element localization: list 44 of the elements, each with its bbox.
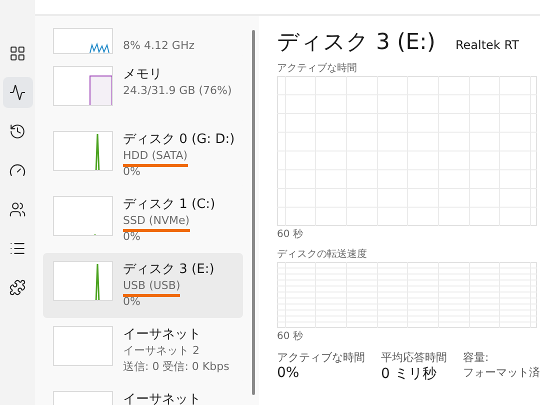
puzzle-icon [9, 279, 26, 296]
cpu-sparkline-drawing [53, 28, 113, 54]
device-info: 0% [123, 164, 140, 180]
users-icon [9, 201, 26, 218]
device-title: メモリ [123, 66, 163, 83]
device-item[interactable]: ディスク 3 (E:) USB (USB) 0% [43, 253, 243, 318]
stat-label: アクティブな時間 [277, 350, 365, 365]
device-title: ディスク 1 (C:) [123, 196, 216, 213]
scrollbar[interactable] [252, 30, 255, 395]
stat-value: フォーマット済 [463, 365, 540, 380]
history-icon [9, 123, 26, 140]
chart-label: ディスクの転送速度 [277, 248, 368, 262]
device-title: ディスク 0 (G: D:) [123, 131, 235, 148]
underlined-device-type: USB (USB) [123, 278, 180, 297]
nav-button[interactable] [2, 77, 32, 108]
chart-label: アクティブな時間 [277, 62, 358, 76]
device-model: Realtek RT [455, 38, 519, 52]
disk-graph-drawing [53, 131, 113, 171]
device-info: 0% [123, 294, 140, 310]
device-title: イーサネット [123, 391, 201, 405]
memory-graph-drawing [53, 66, 113, 106]
network-graph [53, 326, 113, 366]
device-info: イーサネット 2 [123, 343, 200, 359]
device-info: 送信: 0 受信: 0 Kbps [123, 359, 230, 375]
device-title: イーサネット [123, 326, 202, 343]
device-info: 8% 4.12 GHz [123, 38, 195, 54]
list-icon [9, 240, 26, 257]
disk-title: ディスク 3 (E:) [277, 29, 436, 57]
disk-graph-drawing [53, 196, 113, 236]
time-span-label: 60 秒 [277, 330, 304, 344]
grid-icon [9, 45, 26, 62]
stat-label: 平均応答時間 [381, 350, 447, 365]
pulse-icon [9, 84, 26, 101]
stat-value: 0% [277, 365, 300, 381]
gauge-icon [9, 162, 26, 179]
device-info: 0% [123, 229, 140, 245]
stat-value: 0 ミリ秒 [381, 365, 438, 383]
stat-label: 容量: [463, 350, 490, 365]
underlined-device-type: HDD (SATA) [123, 148, 188, 167]
device-info: 24.3/31.9 GB (76%) [123, 83, 232, 99]
disk-graph-drawing [53, 261, 113, 301]
device-title: ディスク 3 (E:) [123, 261, 214, 278]
underlined-device-type: SSD (NVMe) [123, 213, 190, 232]
time-span-label: 60 秒 [277, 228, 304, 242]
